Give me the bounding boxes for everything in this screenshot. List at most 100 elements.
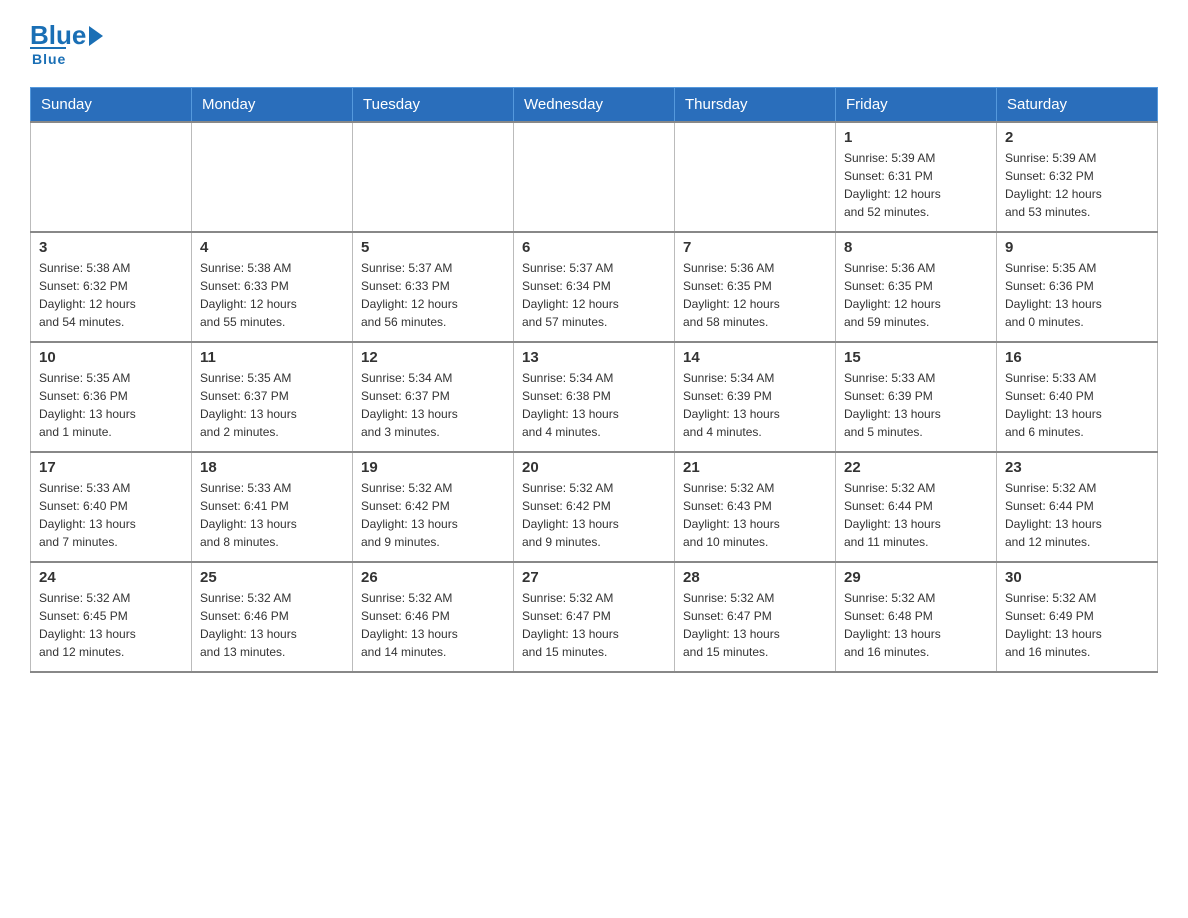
day-info: Sunrise: 5:34 AM Sunset: 6:38 PM Dayligh… (522, 369, 666, 441)
calendar-cell: 10 Sunrise: 5:35 AM Sunset: 6:36 PM Dayli… (31, 342, 192, 452)
day-info: Sunrise: 5:32 AM Sunset: 6:49 PM Dayligh… (1005, 589, 1149, 661)
day-number: 21 (683, 459, 827, 476)
day-info: Sunrise: 5:32 AM Sunset: 6:47 PM Dayligh… (683, 589, 827, 661)
day-number: 12 (361, 349, 505, 366)
day-info: Sunrise: 5:33 AM Sunset: 6:40 PM Dayligh… (39, 479, 183, 551)
calendar-cell: 28 Sunrise: 5:32 AM Sunset: 6:47 PM Dayli… (675, 562, 836, 672)
day-info: Sunrise: 5:32 AM Sunset: 6:44 PM Dayligh… (844, 479, 988, 551)
calendar-cell: 12 Sunrise: 5:34 AM Sunset: 6:37 PM Dayli… (353, 342, 514, 452)
calendar-week-2: 3 Sunrise: 5:38 AM Sunset: 6:32 PM Daylig… (31, 232, 1158, 342)
calendar-cell: 29Sunrise: 5:32 AM Sunset: 6:48 PM Dayli… (836, 562, 997, 672)
calendar-cell: 9 Sunrise: 5:35 AM Sunset: 6:36 PM Daylig… (997, 232, 1158, 342)
calendar-weekday-monday: Monday (192, 88, 353, 123)
calendar-cell: 18 Sunrise: 5:33 AM Sunset: 6:41 PM Dayli… (192, 452, 353, 562)
day-info: Sunrise: 5:38 AM Sunset: 6:33 PM Dayligh… (200, 259, 344, 331)
day-info: Sunrise: 5:35 AM Sunset: 6:37 PM Dayligh… (200, 369, 344, 441)
calendar-cell: 19Sunrise: 5:32 AM Sunset: 6:42 PM Dayli… (353, 452, 514, 562)
calendar-cell: 24 Sunrise: 5:32 AM Sunset: 6:45 PM Dayli… (31, 562, 192, 672)
calendar-cell: 13 Sunrise: 5:34 AM Sunset: 6:38 PM Dayli… (514, 342, 675, 452)
logo-underline: Blue (30, 47, 66, 67)
day-info: Sunrise: 5:33 AM Sunset: 6:41 PM Dayligh… (200, 479, 344, 551)
calendar-cell: 3 Sunrise: 5:38 AM Sunset: 6:32 PM Daylig… (31, 232, 192, 342)
calendar-weekday-wednesday: Wednesday (514, 88, 675, 123)
day-number: 9 (1005, 239, 1149, 256)
day-number: 24 (39, 569, 183, 586)
day-info: Sunrise: 5:33 AM Sunset: 6:39 PM Dayligh… (844, 369, 988, 441)
day-number: 15 (844, 349, 988, 366)
day-info: Sunrise: 5:37 AM Sunset: 6:33 PM Dayligh… (361, 259, 505, 331)
calendar-cell: 16 Sunrise: 5:33 AM Sunset: 6:40 PM Dayli… (997, 342, 1158, 452)
calendar-cell (675, 122, 836, 232)
calendar-cell: 22 Sunrise: 5:32 AM Sunset: 6:44 PM Dayli… (836, 452, 997, 562)
day-info: Sunrise: 5:32 AM Sunset: 6:43 PM Dayligh… (683, 479, 827, 551)
calendar-weekday-sunday: Sunday (31, 88, 192, 123)
day-number: 1 (844, 129, 988, 146)
day-number: 7 (683, 239, 827, 256)
day-number: 3 (39, 239, 183, 256)
calendar-cell (192, 122, 353, 232)
day-info: Sunrise: 5:35 AM Sunset: 6:36 PM Dayligh… (39, 369, 183, 441)
day-info: Sunrise: 5:32 AM Sunset: 6:45 PM Dayligh… (39, 589, 183, 661)
page-header: Blue Blue (30, 20, 1158, 67)
logo: Blue Blue (30, 20, 103, 67)
calendar-cell: 5Sunrise: 5:37 AM Sunset: 6:33 PM Daylig… (353, 232, 514, 342)
calendar-cell: 2 Sunrise: 5:39 AM Sunset: 6:32 PM Daylig… (997, 122, 1158, 232)
day-number: 2 (1005, 129, 1149, 146)
day-number: 28 (683, 569, 827, 586)
day-info: Sunrise: 5:37 AM Sunset: 6:34 PM Dayligh… (522, 259, 666, 331)
day-number: 16 (1005, 349, 1149, 366)
day-info: Sunrise: 5:32 AM Sunset: 6:44 PM Dayligh… (1005, 479, 1149, 551)
calendar-table: SundayMondayTuesdayWednesdayThursdayFrid… (30, 87, 1158, 673)
day-number: 27 (522, 569, 666, 586)
day-info: Sunrise: 5:32 AM Sunset: 6:47 PM Dayligh… (522, 589, 666, 661)
calendar-weekday-tuesday: Tuesday (353, 88, 514, 123)
calendar-week-3: 10 Sunrise: 5:35 AM Sunset: 6:36 PM Dayli… (31, 342, 1158, 452)
calendar-cell: 30 Sunrise: 5:32 AM Sunset: 6:49 PM Dayli… (997, 562, 1158, 672)
day-number: 4 (200, 239, 344, 256)
day-info: Sunrise: 5:33 AM Sunset: 6:40 PM Dayligh… (1005, 369, 1149, 441)
calendar-week-5: 24 Sunrise: 5:32 AM Sunset: 6:45 PM Dayli… (31, 562, 1158, 672)
calendar-cell: 26 Sunrise: 5:32 AM Sunset: 6:46 PM Dayli… (353, 562, 514, 672)
day-info: Sunrise: 5:36 AM Sunset: 6:35 PM Dayligh… (844, 259, 988, 331)
calendar-cell: 14 Sunrise: 5:34 AM Sunset: 6:39 PM Dayli… (675, 342, 836, 452)
calendar-cell: 7Sunrise: 5:36 AM Sunset: 6:35 PM Daylig… (675, 232, 836, 342)
day-number: 17 (39, 459, 183, 476)
day-info: Sunrise: 5:35 AM Sunset: 6:36 PM Dayligh… (1005, 259, 1149, 331)
day-number: 14 (683, 349, 827, 366)
day-number: 22 (844, 459, 988, 476)
day-info: Sunrise: 5:34 AM Sunset: 6:39 PM Dayligh… (683, 369, 827, 441)
calendar-weekday-friday: Friday (836, 88, 997, 123)
day-number: 25 (200, 569, 344, 586)
calendar-cell: 4 Sunrise: 5:38 AM Sunset: 6:33 PM Daylig… (192, 232, 353, 342)
calendar-week-1: 1 Sunrise: 5:39 AM Sunset: 6:31 PM Daylig… (31, 122, 1158, 232)
day-info: Sunrise: 5:38 AM Sunset: 6:32 PM Dayligh… (39, 259, 183, 331)
day-number: 30 (1005, 569, 1149, 586)
day-number: 26 (361, 569, 505, 586)
day-number: 6 (522, 239, 666, 256)
calendar-cell (514, 122, 675, 232)
day-number: 19 (361, 459, 505, 476)
day-number: 11 (200, 349, 344, 366)
calendar-cell (31, 122, 192, 232)
day-info: Sunrise: 5:34 AM Sunset: 6:37 PM Dayligh… (361, 369, 505, 441)
calendar-cell: 6 Sunrise: 5:37 AM Sunset: 6:34 PM Daylig… (514, 232, 675, 342)
day-info: Sunrise: 5:39 AM Sunset: 6:31 PM Dayligh… (844, 149, 988, 221)
day-info: Sunrise: 5:32 AM Sunset: 6:46 PM Dayligh… (200, 589, 344, 661)
day-number: 18 (200, 459, 344, 476)
calendar-header-row: SundayMondayTuesdayWednesdayThursdayFrid… (31, 88, 1158, 123)
calendar-cell: 27 Sunrise: 5:32 AM Sunset: 6:47 PM Dayli… (514, 562, 675, 672)
calendar-cell: 17 Sunrise: 5:33 AM Sunset: 6:40 PM Dayli… (31, 452, 192, 562)
calendar-cell: 11 Sunrise: 5:35 AM Sunset: 6:37 PM Dayli… (192, 342, 353, 452)
day-number: 10 (39, 349, 183, 366)
calendar-weekday-saturday: Saturday (997, 88, 1158, 123)
day-number: 13 (522, 349, 666, 366)
day-number: 20 (522, 459, 666, 476)
day-info: Sunrise: 5:32 AM Sunset: 6:46 PM Dayligh… (361, 589, 505, 661)
calendar-cell: 23 Sunrise: 5:32 AM Sunset: 6:44 PM Dayli… (997, 452, 1158, 562)
day-number: 8 (844, 239, 988, 256)
day-number: 29 (844, 569, 988, 586)
day-number: 23 (1005, 459, 1149, 476)
calendar-week-4: 17 Sunrise: 5:33 AM Sunset: 6:40 PM Dayli… (31, 452, 1158, 562)
calendar-weekday-thursday: Thursday (675, 88, 836, 123)
day-info: Sunrise: 5:39 AM Sunset: 6:32 PM Dayligh… (1005, 149, 1149, 221)
